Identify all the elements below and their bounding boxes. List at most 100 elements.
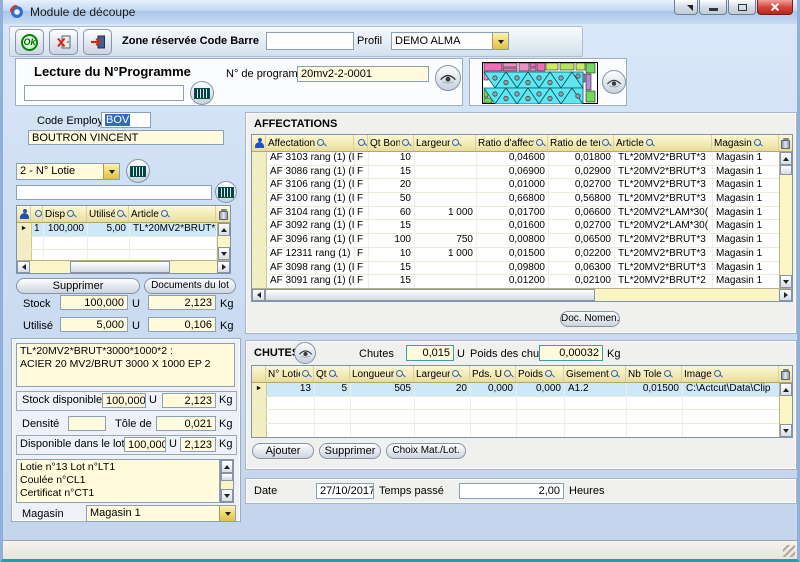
column-header[interactable]: Largeur xyxy=(414,366,470,382)
affectations-vertical-scrollbar[interactable] xyxy=(779,152,792,288)
column-header[interactable]: Article xyxy=(129,206,216,222)
chutes-qty-field[interactable]: 0,015 xyxy=(406,345,454,361)
search-icon[interactable] xyxy=(452,139,461,148)
documents-lot-button[interactable]: Documents du lot xyxy=(144,278,236,294)
column-header[interactable]: Affectation xyxy=(266,135,354,151)
lot-mode-select[interactable]: 2 - N° Lotie xyxy=(16,163,120,180)
search-icon[interactable] xyxy=(545,370,554,379)
ok-button[interactable]: Ok xyxy=(15,29,44,55)
stock-disponible-kg-field[interactable]: 2,123 xyxy=(162,393,216,408)
search-icon[interactable] xyxy=(646,139,655,148)
lot-vertical-scrollbar[interactable] xyxy=(217,223,230,260)
stock-disponible-u-field[interactable]: 100,000 xyxy=(102,393,146,408)
table-row[interactable]: AF 3091 rang (1) (IF150,012000,02100TL*2… xyxy=(252,275,779,288)
utilise-u-field[interactable]: 5,000 xyxy=(60,317,128,332)
minimize-button[interactable] xyxy=(699,0,727,15)
ajouter-button[interactable]: Ajouter xyxy=(252,443,314,459)
search-icon[interactable] xyxy=(35,210,43,219)
date-field[interactable]: 27/10/2017 xyxy=(316,483,374,499)
search-icon[interactable] xyxy=(452,370,461,379)
column-header[interactable]: Longueur xyxy=(350,366,414,382)
table-row[interactable]: AF 3104 rang (1) (IF601 0000,017000,0660… xyxy=(252,207,779,221)
delete-row-header[interactable] xyxy=(779,366,792,382)
delete-row-header[interactable] xyxy=(216,206,231,222)
search-icon[interactable] xyxy=(714,370,723,379)
table-row[interactable]: AF 3092 rang (1) (IF150,016000,02700TL*2… xyxy=(252,220,779,234)
column-header[interactable] xyxy=(31,206,43,222)
table-row[interactable]: AF 3098 rang (1) (IF150,098000,06300TL*2… xyxy=(252,262,779,276)
scrollbar-thumb[interactable] xyxy=(780,165,792,175)
barcode-zone-input[interactable] xyxy=(266,32,354,50)
search-icon[interactable] xyxy=(67,210,76,219)
lot-mode-dropdown-button[interactable] xyxy=(103,164,119,179)
magasin-select[interactable]: Magasin 1 xyxy=(86,505,236,522)
column-header[interactable]: Image xyxy=(682,366,779,382)
search-icon[interactable] xyxy=(504,370,513,379)
search-icon[interactable] xyxy=(611,370,620,379)
table-row[interactable]: AF 3103 rang (1) (IF100,046000,01800TL*2… xyxy=(252,152,779,166)
supprimer-lot-button[interactable]: Supprimer xyxy=(16,278,140,294)
search-icon[interactable] xyxy=(161,210,170,219)
scroll-up-button[interactable] xyxy=(218,223,230,236)
search-icon[interactable] xyxy=(358,139,367,148)
table-row[interactable]: AF 12311 rang (1)F101 0000,015000,02200T… xyxy=(252,248,779,262)
scroll-up-button[interactable] xyxy=(780,152,792,165)
search-icon[interactable] xyxy=(536,139,545,148)
column-header[interactable]: Magasin xyxy=(712,135,779,151)
choix-mat-lot-button[interactable]: Choix Mat./Lot. xyxy=(386,443,466,459)
scroll-left-button[interactable] xyxy=(252,289,265,301)
affectations-horizontal-scrollbar[interactable] xyxy=(252,288,792,301)
lot-info-list[interactable]: Lotie n°13 Lot n°LT1Coulée n°CL1Certific… xyxy=(16,459,220,503)
delete-row-header[interactable] xyxy=(779,135,792,151)
resize-grip-icon[interactable] xyxy=(783,545,795,557)
dispo-lot-u-field[interactable]: 100,000 xyxy=(124,437,166,452)
search-icon[interactable] xyxy=(396,370,405,379)
column-header[interactable]: Pds. U. xyxy=(470,366,516,382)
column-header[interactable]: Ratio de temps xyxy=(548,135,614,151)
magasin-dropdown-button[interactable] xyxy=(219,506,235,521)
search-icon[interactable] xyxy=(317,139,326,148)
supprimer-chute-button[interactable]: Supprimer xyxy=(319,443,381,459)
scroll-up-button[interactable] xyxy=(780,383,792,396)
doc-nomen-button[interactable]: Doc. Nomen. xyxy=(560,311,620,327)
scrollbar-thumb[interactable] xyxy=(70,261,170,273)
scan-lot-mode-button[interactable] xyxy=(126,159,150,183)
column-header[interactable]: Gisement xyxy=(564,366,626,382)
scroll-down-button[interactable] xyxy=(780,424,792,437)
table-row[interactable]: AF 3100 rang (1) (IF500,668000,56800TL*2… xyxy=(252,193,779,207)
table-row[interactable]: AF 3096 rang (1) (IF1007500,008000,06500… xyxy=(252,234,779,248)
chutes-vertical-scrollbar[interactable] xyxy=(779,383,792,437)
search-icon[interactable] xyxy=(117,210,126,219)
material-description[interactable]: TL*20MV2*BRUT*3000*1000*2 :ACIER 20 MV2/… xyxy=(16,343,235,387)
search-icon[interactable] xyxy=(664,370,673,379)
scroll-down-button[interactable] xyxy=(218,247,230,260)
table-row[interactable]: AF 3086 rang (1) (IF150,069000,02900TL*2… xyxy=(252,166,779,180)
stock-kg-field[interactable]: 2,123 xyxy=(148,295,216,310)
column-header[interactable]: Qt Bonne xyxy=(368,135,414,151)
scroll-left-button[interactable] xyxy=(17,261,30,273)
lot-horizontal-scrollbar[interactable] xyxy=(17,260,230,273)
column-header[interactable]: Ratio d'affectat xyxy=(476,135,548,151)
column-header[interactable]: Article xyxy=(614,135,712,151)
close-button[interactable] xyxy=(757,0,793,15)
column-header[interactable]: E xyxy=(354,135,368,151)
exit-button[interactable] xyxy=(49,29,78,55)
select-all-header[interactable] xyxy=(17,206,31,222)
nesting-preview-image[interactable] xyxy=(482,62,598,104)
column-header[interactable]: Disp xyxy=(43,206,87,222)
title-bar[interactable]: Module de découpe xyxy=(3,0,797,24)
scroll-down-button[interactable] xyxy=(221,489,233,502)
search-icon[interactable] xyxy=(602,139,611,148)
densite-field[interactable] xyxy=(68,416,106,431)
scrollbar-thumb[interactable] xyxy=(221,473,233,481)
scroll-up-button[interactable] xyxy=(221,460,233,473)
scrollbar-thumb[interactable] xyxy=(265,289,595,301)
search-icon[interactable] xyxy=(402,139,411,148)
temps-passe-field[interactable]: 2,00 xyxy=(459,483,564,499)
window-menu-button[interactable] xyxy=(674,0,698,15)
tole-kg-field[interactable]: 0,021 xyxy=(156,416,216,431)
employee-name-field[interactable]: BOUTRON VINCENT xyxy=(28,130,224,145)
search-icon[interactable] xyxy=(302,370,311,379)
employee-code-input[interactable]: BOV xyxy=(101,112,151,128)
poids-chutes-field[interactable]: 0,00032 xyxy=(539,345,603,361)
